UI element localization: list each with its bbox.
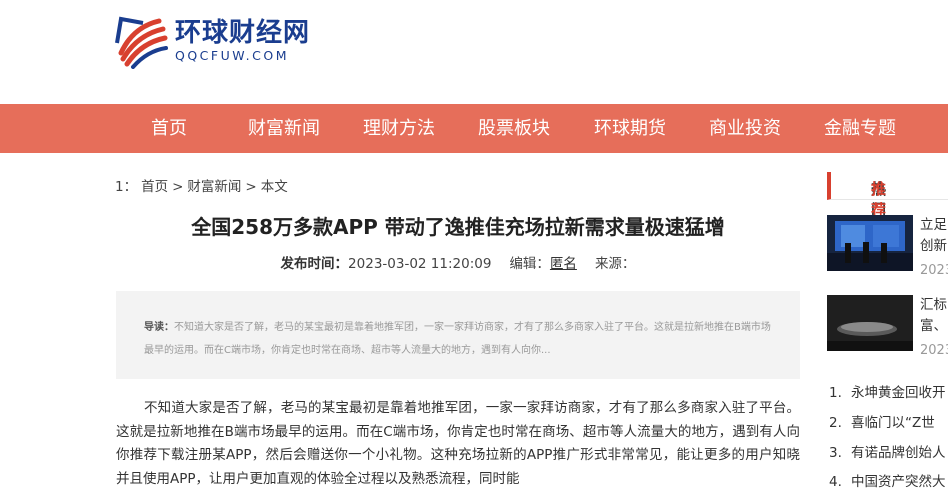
- editor-label: 编辑：: [509, 256, 550, 272]
- hot-list-title[interactable]: 有诺品牌创始人: [851, 445, 946, 461]
- summary-text: 不知道大家是否了解，老马的某宝最初是靠着地推军团，一家一家拜访商家，才有了那么多…: [144, 322, 771, 356]
- summary-label: 导读：: [144, 322, 174, 333]
- hot-list-number: 4.: [829, 474, 842, 488]
- hot-list-item[interactable]: 2. 喜临门以“Z世: [829, 411, 935, 431]
- breadcrumb-separator: >: [172, 179, 184, 195]
- breadcrumb: 1： 首页 > 财富新闻 > 本文: [115, 175, 292, 195]
- article-body: 不知道大家是否了解，老马的某宝最初是靠着地推军团，一家一家拜访商家，才有了那么多…: [116, 400, 800, 487]
- news-card-date: 2023: [920, 343, 948, 358]
- hot-list-item[interactable]: 1. 永坤黄金回收开: [829, 381, 946, 401]
- logo-name-en: QQCFUW.COM: [175, 48, 289, 63]
- breadcrumb-current: 本文: [260, 179, 288, 195]
- news-card-title[interactable]: 创新: [920, 236, 947, 257]
- news-thumbnail[interactable]: [827, 295, 913, 351]
- site-logo[interactable]: 环球财经网 QQCFUW.COM: [113, 11, 310, 71]
- logo-name-cn: 环球财经网: [175, 18, 311, 48]
- stage-photo-icon: [827, 215, 913, 271]
- nav-item-home[interactable]: 首页: [151, 104, 187, 153]
- article-summary: 导读：不知道大家是否了解，老马的某宝最初是靠着地推军团，一家一家拜访商家，才有了…: [116, 291, 800, 379]
- nav-item-finance-topics[interactable]: 金融专题: [824, 104, 896, 153]
- sidebar-heading: 热门 推荐: [827, 172, 948, 219]
- nav-item-business-investment[interactable]: 商业投资: [709, 104, 781, 153]
- sidebar-heading-red: 推荐: [871, 180, 887, 219]
- source-label: 来源：: [594, 256, 636, 272]
- hot-list-title[interactable]: 永坤黄金回收开: [851, 385, 946, 401]
- hot-list-number: 3.: [829, 445, 842, 461]
- nav-item-wealth-news[interactable]: 财富新闻: [248, 104, 320, 153]
- breadcrumb-prefix: 1：: [115, 179, 138, 195]
- site-header: 环球财经网 QQCFUW.COM: [0, 0, 948, 104]
- news-card-title[interactable]: 立足: [920, 215, 947, 236]
- news-card-title[interactable]: 富、: [920, 316, 947, 337]
- hot-list-title[interactable]: 喜临门以“Z世: [851, 415, 935, 431]
- publish-label: 发布时间：: [280, 256, 349, 272]
- hot-list-number: 1.: [829, 385, 842, 401]
- product-photo-icon: [827, 295, 913, 351]
- logo-mark-icon: [115, 16, 168, 69]
- breadcrumb-separator: >: [245, 179, 257, 195]
- hot-list-item[interactable]: 4. 中国资产突然大: [829, 470, 946, 488]
- breadcrumb-category[interactable]: 财富新闻: [187, 179, 241, 195]
- hot-list-number: 2.: [829, 415, 842, 431]
- hot-list-item[interactable]: 3. 有诺品牌创始人: [829, 441, 946, 461]
- news-thumbnail[interactable]: [827, 215, 913, 271]
- nav-item-finance-methods[interactable]: 理财方法: [363, 104, 435, 153]
- nav-item-stocks[interactable]: 股票板块: [478, 104, 550, 153]
- main-nav: 首页 财富新闻 理财方法 股票板块 环球期货 商业投资 金融专题: [0, 104, 948, 153]
- news-card-title[interactable]: 汇标: [920, 295, 947, 316]
- publish-time: 2023-03-02 11:20:09: [348, 256, 492, 272]
- breadcrumb-home[interactable]: 首页: [141, 179, 168, 195]
- article-title: 全国258万多款APP 带动了逸推佳充场拉新需求量极速猛增: [191, 215, 725, 239]
- news-card-date: 2023: [920, 263, 948, 278]
- nav-item-futures[interactable]: 环球期货: [594, 104, 666, 153]
- article-meta: 发布时间：2023-03-02 11:20:09 编辑：匿名 来源：: [116, 252, 800, 272]
- hot-list-title[interactable]: 中国资产突然大: [851, 474, 946, 488]
- editor-name[interactable]: 匿名: [550, 256, 577, 272]
